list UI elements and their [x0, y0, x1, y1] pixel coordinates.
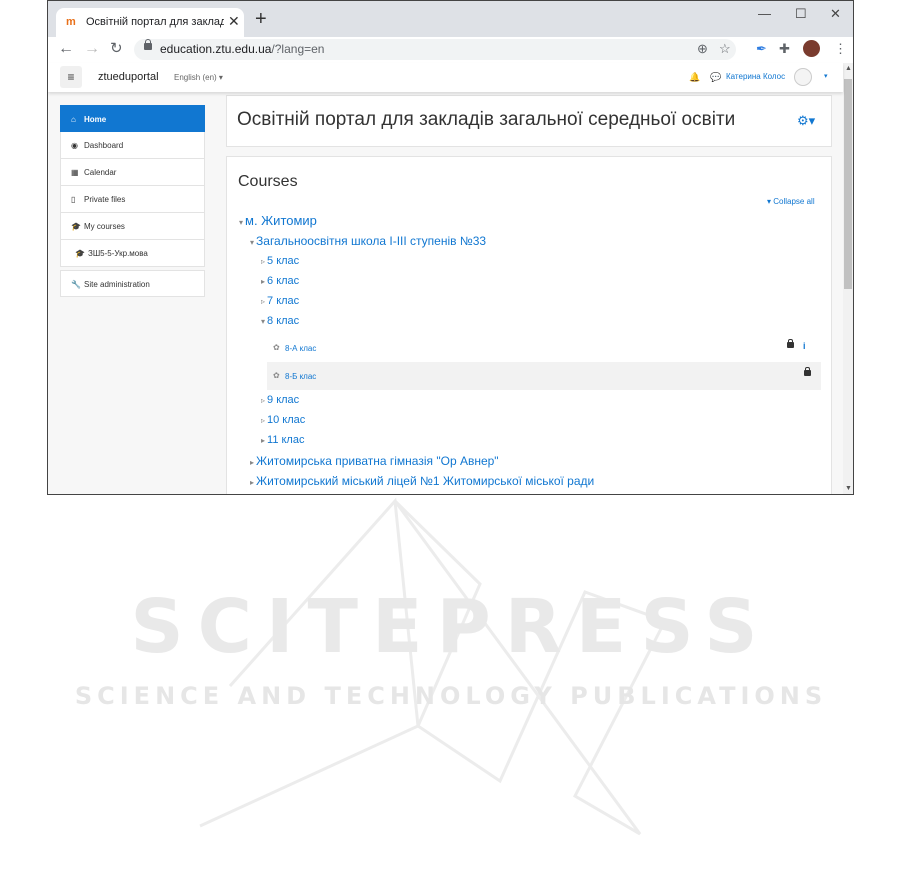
language-selector[interactable]: English (en) ▾ [174, 73, 223, 82]
site-navbar: ≡ ztueduportal English (en) ▾ 🔔 💬 Катери… [48, 63, 843, 92]
address-bar[interactable]: education.ztu.edu.ua/?lang=en ⊕ ☆ [134, 39, 736, 60]
courses-block: Courses ▾ Collapse all ▾ м. Житомир ▾ Зага… [226, 156, 832, 494]
profile-avatar-icon[interactable] [803, 40, 820, 57]
browser-window: m Освітній портал для закладів за ✕ + — … [47, 0, 854, 495]
user-menu-caret-icon[interactable]: ▾ [824, 72, 828, 80]
wrench-icon: 🔧 [71, 280, 81, 289]
watermark-subtitle: SCIENCE AND TECHNOLOGY PUBLICATIONS [74, 682, 828, 710]
caret-down-icon: ▾ [239, 218, 244, 227]
scroll-up-icon[interactable]: ▲ [845, 65, 852, 72]
caret-right-icon: ▹ [261, 297, 266, 306]
home-icon: ⌂ [71, 115, 76, 124]
browser-titlebar: m Освітній портал для закладів за ✕ + — … [48, 1, 853, 37]
caret-right-icon: ▸ [250, 478, 255, 487]
moodle-favicon-icon: m [66, 16, 76, 28]
hamburger-menu-button[interactable]: ≡ [60, 66, 82, 88]
watermark-title: SCITEPRESS [130, 584, 772, 670]
page-content: ⌂ Home ◉ Dashboard ▦ Calendar ▯ Private file… [48, 92, 843, 494]
caret-right-icon: ▸ [261, 277, 266, 286]
sidebar-item-private-files[interactable]: ▯ Private files [60, 186, 205, 213]
browser-menu-icon[interactable]: ⋮ [834, 41, 847, 57]
page-header: Освітній портал для закладів загальної с… [226, 95, 832, 147]
messages-chat-icon[interactable]: 💬 [710, 72, 721, 83]
sidebar-item-my-courses[interactable]: 🎓 My courses [60, 213, 205, 240]
course-row[interactable]: ✿ 8-Б клас [267, 362, 821, 390]
sidebar-item-dashboard[interactable]: ◉ Dashboard [60, 132, 205, 159]
zoom-icon[interactable]: ⊕ [697, 41, 708, 57]
scroll-down-icon[interactable]: ▼ [845, 485, 852, 492]
dashboard-icon: ◉ [71, 141, 78, 150]
nav-drawer: ⌂ Home ◉ Dashboard ▦ Calendar ▯ Private file… [60, 105, 205, 297]
extension-feather-icon[interactable]: ✒ [756, 41, 767, 57]
sidebar-item-site-administration[interactable]: 🔧 Site administration [60, 270, 205, 297]
notifications-bell-icon[interactable]: 🔔 [689, 72, 700, 83]
category-grade[interactable]: ▹ 10 клас [261, 414, 305, 426]
browser-toolbar: ← → ↻ education.ztu.edu.ua/?lang=en ⊕ ☆ … [48, 37, 853, 64]
scrollbar-thumb[interactable] [844, 79, 852, 289]
page-scrollbar[interactable]: ▲ ▼ [843, 63, 853, 494]
extensions-puzzle-icon[interactable]: ✚ [779, 41, 790, 57]
category-grade[interactable]: ▹ 7 клас [261, 295, 299, 307]
caret-right-icon: ▹ [261, 396, 266, 405]
sidebar-item-calendar[interactable]: ▦ Calendar [60, 159, 205, 186]
site-name-link[interactable]: ztueduportal [98, 71, 159, 83]
caret-down-icon: ▾ [250, 238, 255, 247]
caret-right-icon: ▹ [261, 257, 266, 266]
unlock-icon [787, 339, 794, 348]
collapse-all-link[interactable]: ▾ Collapse all [767, 197, 815, 206]
close-tab-icon[interactable]: ✕ [228, 13, 240, 30]
sidebar-item-home[interactable]: ⌂ Home [60, 105, 205, 132]
course-link[interactable]: 8-А клас [285, 344, 316, 353]
new-tab-button[interactable]: + [255, 9, 267, 29]
lock-icon [144, 39, 152, 50]
bookmark-star-icon[interactable]: ☆ [719, 41, 731, 57]
category-grade[interactable]: ▸ 6 клас [261, 275, 299, 287]
caret-right-icon: ▸ [250, 458, 255, 467]
course-icon: ✿ [273, 371, 280, 380]
category-grade[interactable]: ▾ 8 клас [261, 315, 299, 327]
reload-icon[interactable]: ↻ [110, 40, 123, 58]
calendar-icon: ▦ [71, 168, 79, 177]
tab-title: Освітній портал для закладів за [86, 16, 224, 28]
category-school[interactable]: ▸ Житомирська приватна гімназія "Ор Авнер… [250, 454, 499, 468]
info-icon[interactable]: i [803, 341, 806, 351]
course-icon: ✿ [273, 343, 280, 352]
settings-gear-icon[interactable]: ⚙▾ [797, 113, 815, 129]
close-window-icon[interactable]: ✕ [830, 6, 841, 22]
user-name[interactable]: Катерина Колос [726, 72, 785, 81]
course-link[interactable]: 8-Б клас [285, 372, 316, 381]
category-school[interactable]: ▸ Житомирський міський ліцей №1 Житомирсь… [250, 474, 594, 488]
url-text: education.ztu.edu.ua/?lang=en [160, 42, 325, 56]
sidebar-item-course[interactable]: 🎓 ЗШ5-5-Укр.мова [60, 240, 205, 267]
caret-right-icon: ▹ [261, 416, 266, 425]
user-avatar[interactable] [794, 68, 812, 86]
browser-tab[interactable]: m Освітній портал для закладів за ✕ [56, 8, 244, 37]
file-icon: ▯ [71, 195, 76, 204]
category-grade[interactable]: ▹ 5 клас [261, 255, 299, 267]
category-grade[interactable]: ▹ 9 клас [261, 394, 299, 406]
graduation-cap-icon: 🎓 [71, 222, 81, 231]
graduation-cap-icon: 🎓 [75, 249, 85, 258]
forward-arrow-icon[interactable]: → [84, 40, 100, 58]
courses-heading: Courses [238, 173, 298, 190]
category-city[interactable]: ▾ м. Житомир [239, 213, 317, 228]
maximize-icon[interactable]: ☐ [795, 6, 807, 22]
course-row[interactable]: ✿ 8-А клас i [267, 334, 821, 362]
category-school[interactable]: ▾ Загальноосвітня школа І-ІІІ ступенів №3… [250, 234, 486, 248]
caret-right-icon: ▸ [261, 436, 266, 445]
minimize-icon[interactable]: — [758, 6, 771, 21]
unlock-icon [804, 367, 811, 376]
page-title: Освітній портал для закладів загальної с… [237, 109, 736, 130]
category-grade[interactable]: ▸ 11 клас [261, 434, 304, 446]
caret-down-icon: ▾ [261, 317, 266, 326]
back-arrow-icon[interactable]: ← [58, 40, 74, 58]
